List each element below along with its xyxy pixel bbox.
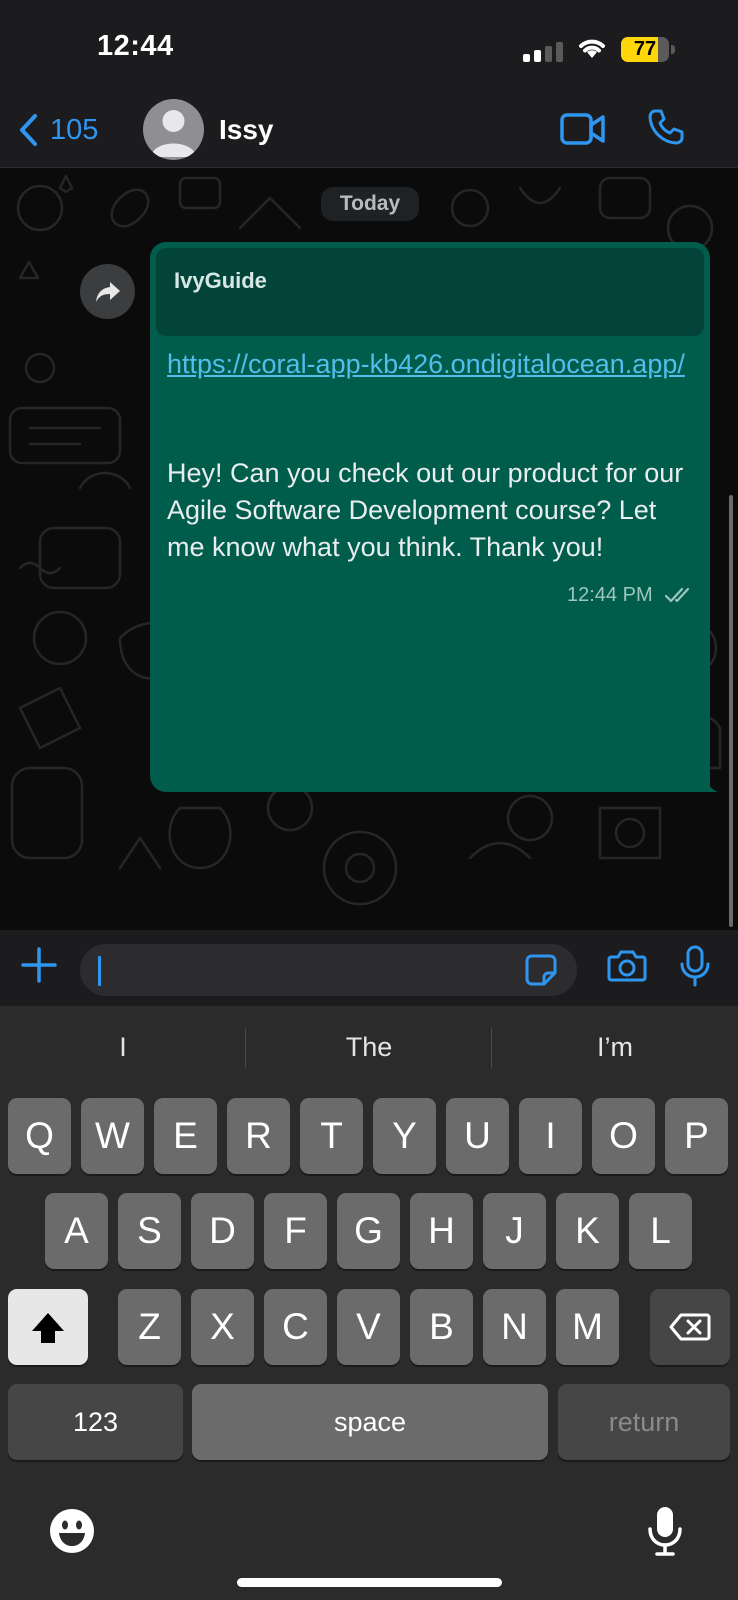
key-v[interactable]: V <box>337 1289 400 1365</box>
chat-area[interactable]: Today IvyGuide https://coral-app-kb426.o… <box>0 168 738 930</box>
phone-icon[interactable] <box>647 108 685 146</box>
suggestion-3[interactable]: I’m <box>492 1024 738 1070</box>
bubble-tail <box>700 768 718 792</box>
emoji-icon[interactable] <box>48 1507 96 1555</box>
video-call-icon[interactable] <box>560 112 606 146</box>
key-n[interactable]: N <box>483 1289 546 1365</box>
microphone-icon[interactable] <box>679 945 711 987</box>
backspace-icon <box>669 1313 711 1341</box>
dictation-microphone-icon[interactable] <box>645 1505 685 1557</box>
key-y[interactable]: Y <box>373 1098 436 1174</box>
key-t[interactable]: T <box>300 1098 363 1174</box>
key-j[interactable]: J <box>483 1193 546 1269</box>
key-e[interactable]: E <box>154 1098 217 1174</box>
sticker-icon[interactable] <box>524 953 558 987</box>
key-m[interactable]: M <box>556 1289 619 1365</box>
avatar[interactable] <box>143 99 204 160</box>
key-c[interactable]: C <box>264 1289 327 1365</box>
shift-key[interactable] <box>8 1289 88 1365</box>
delete-key[interactable] <box>650 1289 730 1365</box>
numbers-key[interactable]: 123 <box>8 1384 183 1460</box>
key-s[interactable]: S <box>118 1193 181 1269</box>
key-l[interactable]: L <box>629 1193 692 1269</box>
key-u[interactable]: U <box>446 1098 509 1174</box>
wifi-icon <box>579 39 605 58</box>
key-f[interactable]: F <box>264 1193 327 1269</box>
shift-icon <box>32 1313 64 1343</box>
plus-icon[interactable] <box>21 947 57 983</box>
key-d[interactable]: D <box>191 1193 254 1269</box>
status-time: 12:44 <box>97 30 174 62</box>
outgoing-message-bubble[interactable]: IvyGuide https://coral-app-kb426.ondigit… <box>150 242 710 792</box>
link-preview[interactable]: IvyGuide <box>156 248 704 336</box>
message-text: Hey! Can you check out our product for o… <box>167 458 684 562</box>
read-receipt-icon <box>664 587 690 603</box>
date-separator: Today <box>321 187 419 221</box>
forward-button[interactable] <box>80 264 135 319</box>
suggestion-2[interactable]: The <box>246 1024 492 1070</box>
text-caret <box>98 956 101 986</box>
key-w[interactable]: W <box>81 1098 144 1174</box>
space-key[interactable]: space <box>192 1384 548 1460</box>
key-h[interactable]: H <box>410 1193 473 1269</box>
suggestion-1[interactable]: I <box>0 1024 246 1070</box>
key-r[interactable]: R <box>227 1098 290 1174</box>
cellular-signal-icon <box>523 40 563 62</box>
chat-header: 105 Issy <box>0 96 738 168</box>
battery-level-text: 77 <box>633 38 657 60</box>
link-preview-title: IvyGuide <box>174 268 267 293</box>
unread-count: 105 <box>50 113 99 146</box>
key-k[interactable]: K <box>556 1193 619 1269</box>
chevron-left-icon <box>20 114 37 146</box>
status-bar: 12:44 77 <box>0 0 738 96</box>
message-input[interactable] <box>80 944 577 996</box>
forward-icon <box>95 281 120 302</box>
battery-cap <box>671 45 675 54</box>
predictive-bar: I The I’m <box>0 1006 738 1092</box>
key-o[interactable]: O <box>592 1098 655 1174</box>
key-q[interactable]: Q <box>8 1098 71 1174</box>
message-input-bar <box>0 930 738 1006</box>
camera-icon[interactable] <box>607 949 647 983</box>
key-z[interactable]: Z <box>118 1289 181 1365</box>
key-x[interactable]: X <box>191 1289 254 1365</box>
key-i[interactable]: I <box>519 1098 582 1174</box>
key-b[interactable]: B <box>410 1289 473 1365</box>
person-icon <box>151 110 196 157</box>
message-timestamp: 12:44 PM <box>567 584 653 606</box>
key-g[interactable]: G <box>337 1193 400 1269</box>
keyboard: I The I’m Q W E R T Y U I O P A S D F G … <box>0 1006 738 1600</box>
home-indicator[interactable] <box>237 1578 502 1587</box>
battery-icon: 77 <box>621 37 669 62</box>
contact-name[interactable]: Issy <box>219 114 274 146</box>
message-link[interactable]: https://coral-app-kb426.ondigitalocean.a… <box>167 346 687 383</box>
scrollbar[interactable] <box>729 495 733 927</box>
key-p[interactable]: P <box>665 1098 728 1174</box>
back-button[interactable]: 105 <box>18 110 98 150</box>
key-a[interactable]: A <box>45 1193 108 1269</box>
return-key[interactable]: return <box>558 1384 730 1460</box>
